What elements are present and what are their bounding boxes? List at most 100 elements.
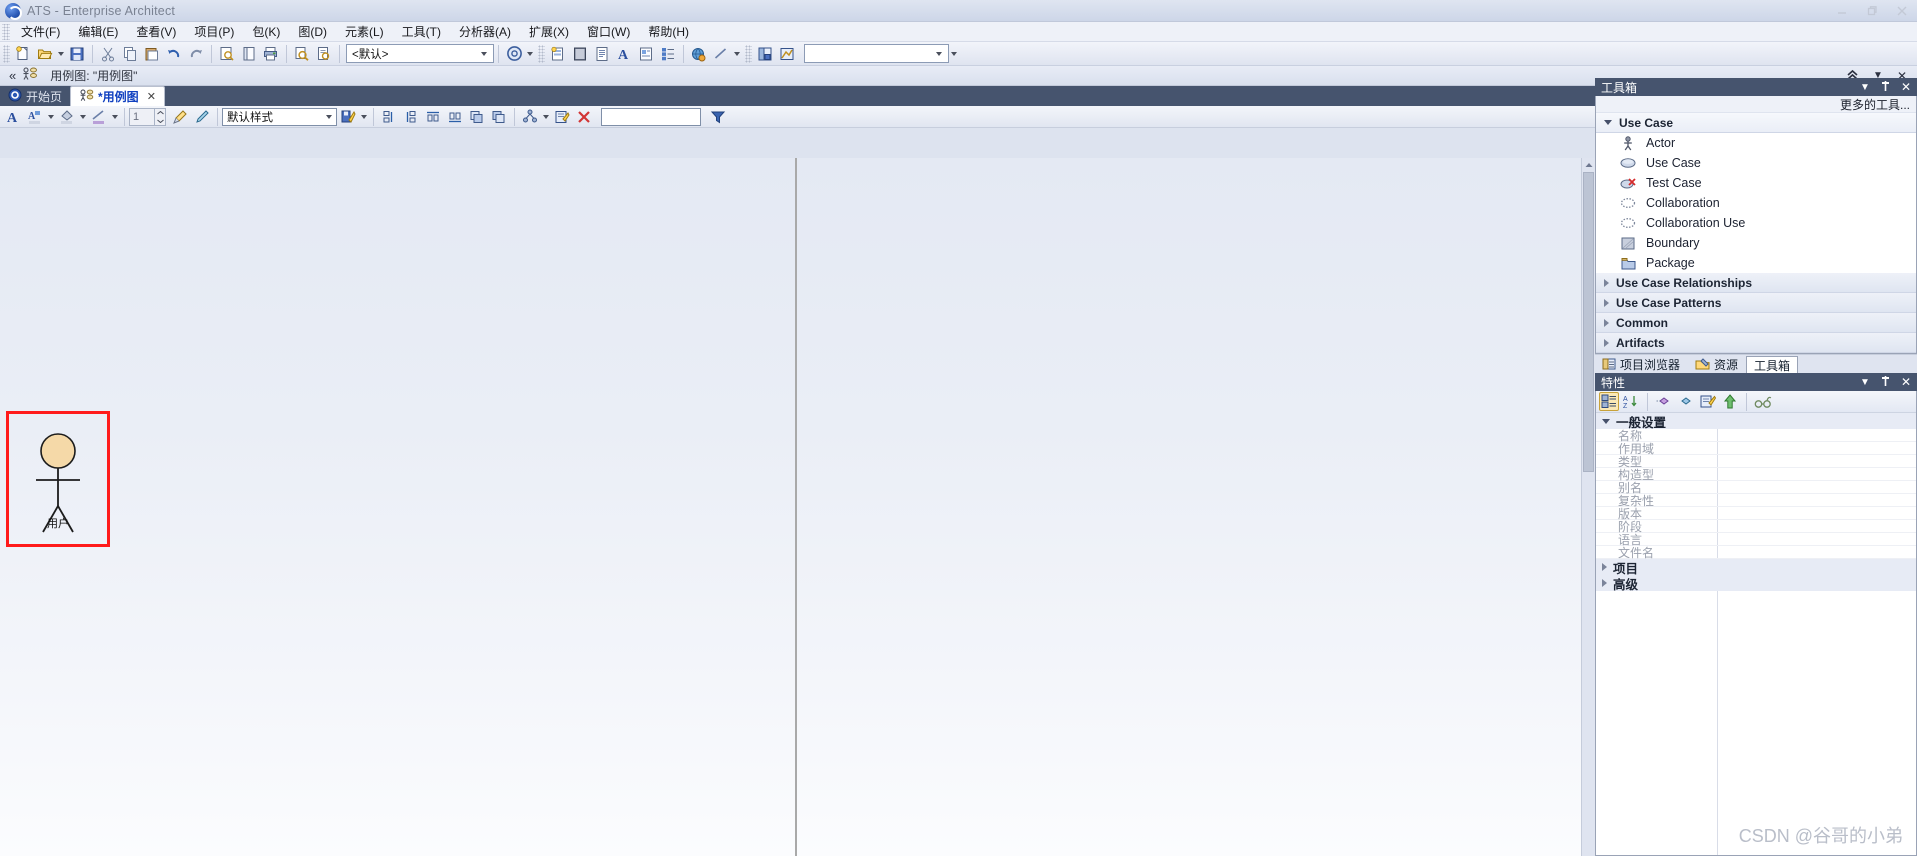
model-views-icon[interactable] — [776, 43, 798, 64]
property-row[interactable]: 作用域 — [1596, 442, 1916, 456]
properties-menu-icon[interactable]: ▼ — [1860, 377, 1870, 388]
properties-group-general[interactable]: 一般设置 — [1596, 413, 1916, 430]
text-highlight-dropdown-arrow[interactable] — [46, 106, 56, 127]
save-layout-icon[interactable] — [754, 43, 776, 64]
properties-group-advanced[interactable]: 高级 — [1596, 575, 1916, 592]
tool-item-test-case[interactable]: Test Case — [1596, 173, 1916, 193]
pin-icon[interactable] — [1880, 375, 1891, 390]
print-icon[interactable] — [260, 43, 282, 64]
new-file-icon[interactable] — [12, 43, 34, 64]
tab-close-icon[interactable]: ✕ — [147, 90, 156, 103]
line-width-input[interactable]: 1 — [129, 107, 155, 126]
new-diagram-icon[interactable] — [547, 43, 569, 64]
line-color-dropdown-arrow[interactable] — [110, 106, 120, 127]
menu-element[interactable]: 元素(L) — [336, 21, 393, 42]
toolbar-overflow-arrow[interactable] — [949, 43, 959, 64]
property-row[interactable]: 阶段 — [1596, 520, 1916, 534]
canvas-vertical-scrollbar[interactable] — [1581, 158, 1595, 856]
property-value[interactable] — [1718, 455, 1916, 467]
menu-grip-handle[interactable] — [2, 23, 10, 40]
toolbar-grip-handle[interactable] — [3, 44, 10, 63]
diagram-canvas[interactable]: 用户 — [0, 158, 1595, 856]
scroll-up-arrow[interactable] — [1582, 158, 1595, 171]
undo-icon[interactable] — [163, 43, 185, 64]
copy-icon[interactable] — [119, 43, 141, 64]
format-painter-icon[interactable] — [169, 106, 191, 127]
property-value[interactable] — [1718, 468, 1916, 480]
property-value[interactable] — [1718, 507, 1916, 519]
perspective-dropdown-arrow[interactable] — [477, 51, 491, 56]
minimize-button[interactable] — [1827, 1, 1857, 21]
property-value[interactable] — [1718, 429, 1916, 441]
help-icon[interactable] — [503, 43, 525, 64]
property-value[interactable] — [1718, 442, 1916, 454]
line-width-spinner[interactable] — [155, 107, 166, 126]
autolayout-icon[interactable] — [519, 106, 541, 127]
text-highlight-icon[interactable]: A — [24, 106, 46, 127]
tab-use-case-diagram[interactable]: *用例图 ✕ — [70, 86, 165, 106]
properties-close-icon[interactable]: ✕ — [1901, 375, 1911, 389]
autolayout-dropdown-arrow[interactable] — [541, 106, 551, 127]
text-element-icon[interactable]: A — [613, 43, 635, 64]
tool-item-collaboration[interactable]: Collaboration — [1596, 193, 1916, 213]
document-icon[interactable] — [591, 43, 613, 64]
diagram-properties-icon[interactable] — [551, 106, 573, 127]
toolbar-grip-handle-2[interactable] — [538, 44, 545, 63]
actor-selection-border[interactable]: 用户 — [6, 411, 110, 547]
same-width-icon[interactable] — [466, 106, 488, 127]
dock-tab-toolbox[interactable]: 工具箱 — [1746, 356, 1799, 373]
print-preview-icon[interactable] — [216, 43, 238, 64]
add-property-icon[interactable] — [1654, 392, 1674, 411]
property-value[interactable] — [1718, 546, 1916, 558]
property-row[interactable]: 复杂性 — [1596, 494, 1916, 508]
property-icon[interactable] — [1676, 392, 1696, 411]
toolbox-group-use-case-patterns[interactable]: Use Case Patterns — [1596, 293, 1916, 313]
style-combobox[interactable]: 默认样式 — [222, 107, 337, 126]
align-top-icon[interactable] — [422, 106, 444, 127]
fill-color-dropdown-arrow[interactable] — [78, 106, 88, 127]
collapse-chevrons-icon[interactable]: « — [4, 68, 16, 83]
open-folder-icon[interactable] — [34, 43, 56, 64]
menu-view[interactable]: 查看(V) — [127, 21, 185, 42]
page-setup-icon[interactable] — [238, 43, 260, 64]
property-value[interactable] — [1718, 533, 1916, 545]
property-row[interactable]: 构造型 — [1596, 468, 1916, 482]
find-icon[interactable] — [291, 43, 313, 64]
glasses-icon[interactable] — [1753, 392, 1773, 411]
property-value[interactable] — [1718, 494, 1916, 506]
line-color-icon[interactable] — [88, 106, 110, 127]
note-icon[interactable] — [635, 43, 657, 64]
tool-item-package[interactable]: Package — [1596, 253, 1916, 273]
web-publish-icon[interactable] — [688, 43, 710, 64]
more-tools-link[interactable]: 更多的工具... — [1596, 96, 1916, 113]
perspective-combobox[interactable]: <默认> — [346, 44, 494, 63]
style-save-icon[interactable] — [337, 106, 359, 127]
pin-icon[interactable] — [1880, 80, 1891, 95]
property-row[interactable]: 版本 — [1596, 507, 1916, 521]
menu-help[interactable]: 帮助(H) — [639, 21, 698, 42]
redo-icon[interactable] — [185, 43, 207, 64]
save-icon[interactable] — [66, 43, 88, 64]
filter-input[interactable] — [601, 107, 701, 126]
font-color-icon[interactable]: A — [2, 106, 24, 127]
tool-item-use-case[interactable]: Use Case — [1596, 153, 1916, 173]
menu-package[interactable]: 包(K) — [243, 21, 289, 42]
toolbox-group-use-case[interactable]: Use Case — [1596, 113, 1916, 133]
sort-alpha-icon[interactable]: AZ — [1621, 392, 1641, 411]
toolbox-close-icon[interactable]: ✕ — [1901, 80, 1911, 94]
toolbar-grip-handle-3[interactable] — [745, 44, 752, 63]
canvas-scroll-thumb[interactable] — [1583, 172, 1594, 472]
menu-tools[interactable]: 工具(T) — [393, 21, 450, 42]
find-in-project-icon[interactable] — [313, 43, 335, 64]
delete-icon[interactable] — [573, 106, 595, 127]
cut-icon[interactable] — [97, 43, 119, 64]
dock-tab-project-browser[interactable]: 项目浏览器 — [1595, 356, 1687, 373]
toolbox-group-common[interactable]: Common — [1596, 313, 1916, 333]
categorized-view-icon[interactable] — [1599, 392, 1619, 411]
help-dropdown-arrow[interactable] — [525, 43, 535, 64]
align-right-icon[interactable] — [400, 106, 422, 127]
toolbox-group-use-case-relationships[interactable]: Use Case Relationships — [1596, 273, 1916, 293]
style-dropdown-arrow[interactable] — [322, 114, 336, 119]
property-value[interactable] — [1718, 520, 1916, 532]
menu-analyzer[interactable]: 分析器(A) — [450, 21, 520, 42]
